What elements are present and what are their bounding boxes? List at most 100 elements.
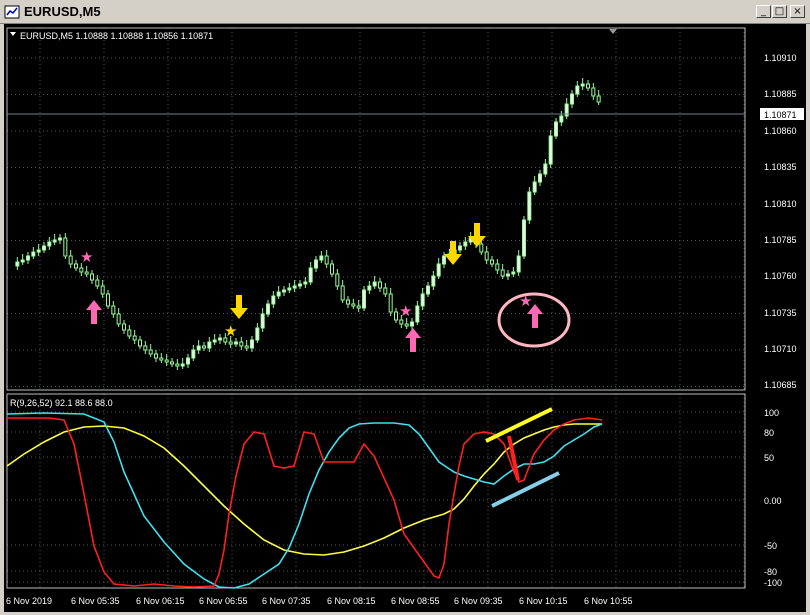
maximize-button[interactable]: □: [772, 5, 787, 18]
candle-body: [191, 349, 196, 359]
candle-body: [239, 341, 244, 347]
candle-body: [490, 259, 494, 265]
candle-body: [383, 287, 388, 295]
pink-up-arrow-icon: [86, 300, 102, 324]
time-label: 6 Nov 05:35: [71, 596, 120, 606]
candle-body: [511, 271, 516, 275]
candle-body: [212, 339, 217, 343]
time-label: 6 Nov 06:15: [136, 596, 185, 606]
candle-body: [463, 241, 468, 247]
grid-lines: [7, 28, 745, 588]
candle-body: [586, 83, 590, 89]
candle-body: [426, 285, 430, 295]
candle-body: [175, 363, 180, 367]
pink-star-icon: ★: [80, 248, 93, 266]
time-label: 6 Nov 09:35: [454, 596, 503, 606]
candle-body: [303, 281, 308, 285]
candle-body: [548, 135, 553, 165]
candle-body: [95, 279, 100, 287]
candle-body: [308, 267, 313, 283]
time-label: 6 Nov 06:55: [199, 596, 248, 606]
pink-star-icon: ★: [399, 302, 412, 320]
candle-body: [143, 345, 148, 351]
candle-body: [79, 267, 84, 273]
candle-body: [596, 95, 601, 103]
candle-body: [186, 357, 190, 365]
candle-body: [52, 239, 57, 243]
time-label: 6 Nov 10:15: [519, 596, 568, 606]
dropdown-triangle-icon[interactable]: [10, 32, 16, 36]
candle-body: [180, 363, 185, 367]
candle-body: [68, 255, 73, 265]
candle-body: [100, 285, 105, 295]
candle-body: [399, 319, 404, 325]
candle-body: [20, 259, 25, 263]
candle-body: [543, 163, 548, 175]
price-label: 1.10910: [764, 53, 797, 63]
time-label: 6 Nov 07:35: [262, 596, 311, 606]
oscillator-red-line: [7, 417, 603, 588]
candle-body: [319, 255, 324, 261]
candle-body: [346, 299, 350, 305]
indicator-level: -100: [764, 578, 782, 588]
chart-canvas[interactable]: EURUSD,M5 1.10888 1.10888 1.10856 1.1087…: [4, 24, 806, 612]
price-label: 1.10835: [764, 162, 797, 172]
candle-body: [170, 361, 174, 365]
candle-body: [266, 303, 270, 315]
candle-body: [292, 285, 297, 289]
price-label: 1.10685: [764, 380, 797, 390]
candle-body: [138, 339, 142, 347]
candle-body: [132, 335, 137, 341]
indicator-level: -80: [764, 567, 777, 577]
candle-body: [164, 359, 169, 363]
candle-body: [244, 345, 249, 349]
candle-body: [538, 173, 542, 183]
candle-body: [122, 323, 126, 331]
candle-body: [255, 327, 260, 341]
candle-body: [580, 83, 585, 87]
price-label: 1.10710: [764, 344, 797, 354]
candle-body: [420, 293, 425, 307]
candle-body: [298, 283, 302, 287]
candle-body: [378, 281, 382, 289]
candle-body: [250, 339, 254, 349]
time-label: 6 Nov 2019: [6, 596, 52, 606]
candle-body: [260, 313, 265, 329]
candle-body: [207, 341, 212, 349]
candle-body: [351, 303, 356, 307]
candle-body: [591, 87, 596, 97]
candle-body: [74, 263, 78, 269]
candle-body: [276, 291, 281, 297]
yellow-star-icon: ★: [224, 322, 237, 340]
candle-body: [314, 259, 318, 269]
close-button[interactable]: ×: [790, 5, 805, 18]
minimize-button[interactable]: _: [756, 5, 771, 18]
indicator-level: 50: [764, 453, 774, 463]
time-label: 6 Nov 10:55: [584, 596, 633, 606]
candle-body: [42, 245, 46, 251]
candle-body: [532, 181, 537, 193]
indicator-level: 100: [764, 408, 779, 418]
candle-body: [559, 115, 564, 123]
indicator-level: 0.00: [764, 496, 782, 506]
price-label: 1.10760: [764, 271, 797, 281]
candle-body: [116, 313, 121, 325]
shift-marker-icon[interactable]: [609, 29, 617, 34]
candle-body: [388, 293, 393, 313]
candle-body: [495, 263, 500, 271]
candle-body: [31, 251, 36, 257]
candles: [15, 78, 601, 370]
candle-body: [63, 237, 68, 257]
candle-body: [228, 341, 233, 345]
chart-window-icon: [4, 5, 20, 19]
candle-body: [415, 305, 420, 323]
candle-body: [324, 255, 329, 265]
candle-body: [404, 323, 409, 327]
candle-body: [575, 85, 580, 95]
chart-area[interactable]: EURUSD,M5 1.10888 1.10888 1.10856 1.1087…: [4, 24, 806, 612]
candle-body: [479, 243, 484, 253]
candle-body: [484, 251, 489, 261]
price-label: 1.10885: [764, 89, 797, 99]
candle-body: [58, 237, 62, 241]
candle-body: [36, 249, 41, 253]
